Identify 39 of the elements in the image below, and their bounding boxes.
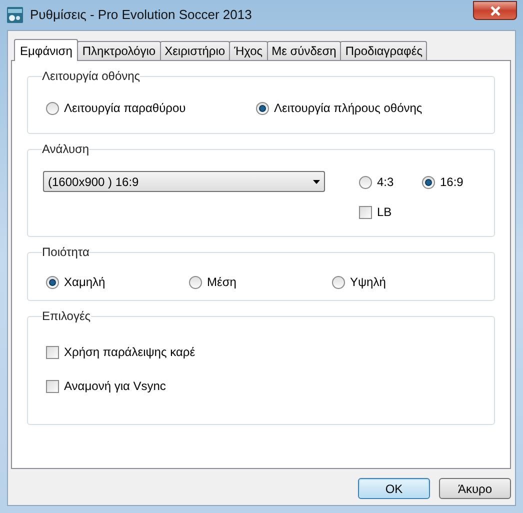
radio-button[interactable] <box>359 176 372 188</box>
tab[interactable]: Εμφάνιση <box>14 39 78 61</box>
tab[interactable]: Ήχος <box>229 41 268 60</box>
group-title: Ανάλυση <box>42 141 90 158</box>
radio-button[interactable] <box>256 102 269 114</box>
radio-label: Λειτουργία πλήρους οθόνης <box>274 100 422 117</box>
window-title: Ρυθμίσεις - Pro Evolution Soccer 2013 <box>30 6 252 24</box>
group-title: Λειτουργία οθόνης <box>42 68 140 85</box>
tab[interactable]: Χειριστήριο <box>160 41 230 60</box>
dialog-button[interactable]: Άκυρο <box>439 478 511 499</box>
close-button[interactable] <box>473 1 517 20</box>
checkbox[interactable] <box>46 346 59 358</box>
tab[interactable]: Προδιαγραφές <box>340 41 428 60</box>
radio-label: Χαμηλή <box>64 274 106 291</box>
radio-label: Λειτουργία παραθύρου <box>64 100 186 117</box>
app-icon <box>6 6 24 24</box>
checkbox-label: Αναμονή για Vsync <box>64 378 166 395</box>
radio-button[interactable] <box>46 102 59 114</box>
checkbox-label: LB <box>377 204 392 221</box>
group-title: Επιλογές <box>42 308 91 325</box>
checkbox[interactable] <box>46 380 59 392</box>
radio-label: 16:9 <box>440 174 464 191</box>
group-title: Ποιότητα <box>42 244 90 261</box>
dropdown-arrow-icon <box>313 180 320 184</box>
radio-button[interactable] <box>422 176 435 188</box>
dropdown-value: (1600x900 ) 16:9 <box>48 174 139 190</box>
checkbox-label: Χρήση παράλειψης καρέ <box>64 344 196 361</box>
radio-button[interactable] <box>46 276 59 288</box>
radio-label: 4:3 <box>377 174 394 191</box>
radio-button[interactable] <box>332 276 345 288</box>
dialog-button[interactable]: OK <box>358 478 430 499</box>
close-icon <box>490 6 500 16</box>
radio-button[interactable] <box>189 276 202 288</box>
tab[interactable]: Με σύνδεση <box>266 41 342 60</box>
tab[interactable]: Πληκτρολόγιο <box>77 41 161 60</box>
radio-label: Υψηλή <box>350 274 386 291</box>
radio-label: Μέση <box>207 274 236 291</box>
checkbox[interactable] <box>359 206 372 218</box>
resolution-dropdown[interactable]: (1600x900 ) 16:9 <box>43 171 325 192</box>
